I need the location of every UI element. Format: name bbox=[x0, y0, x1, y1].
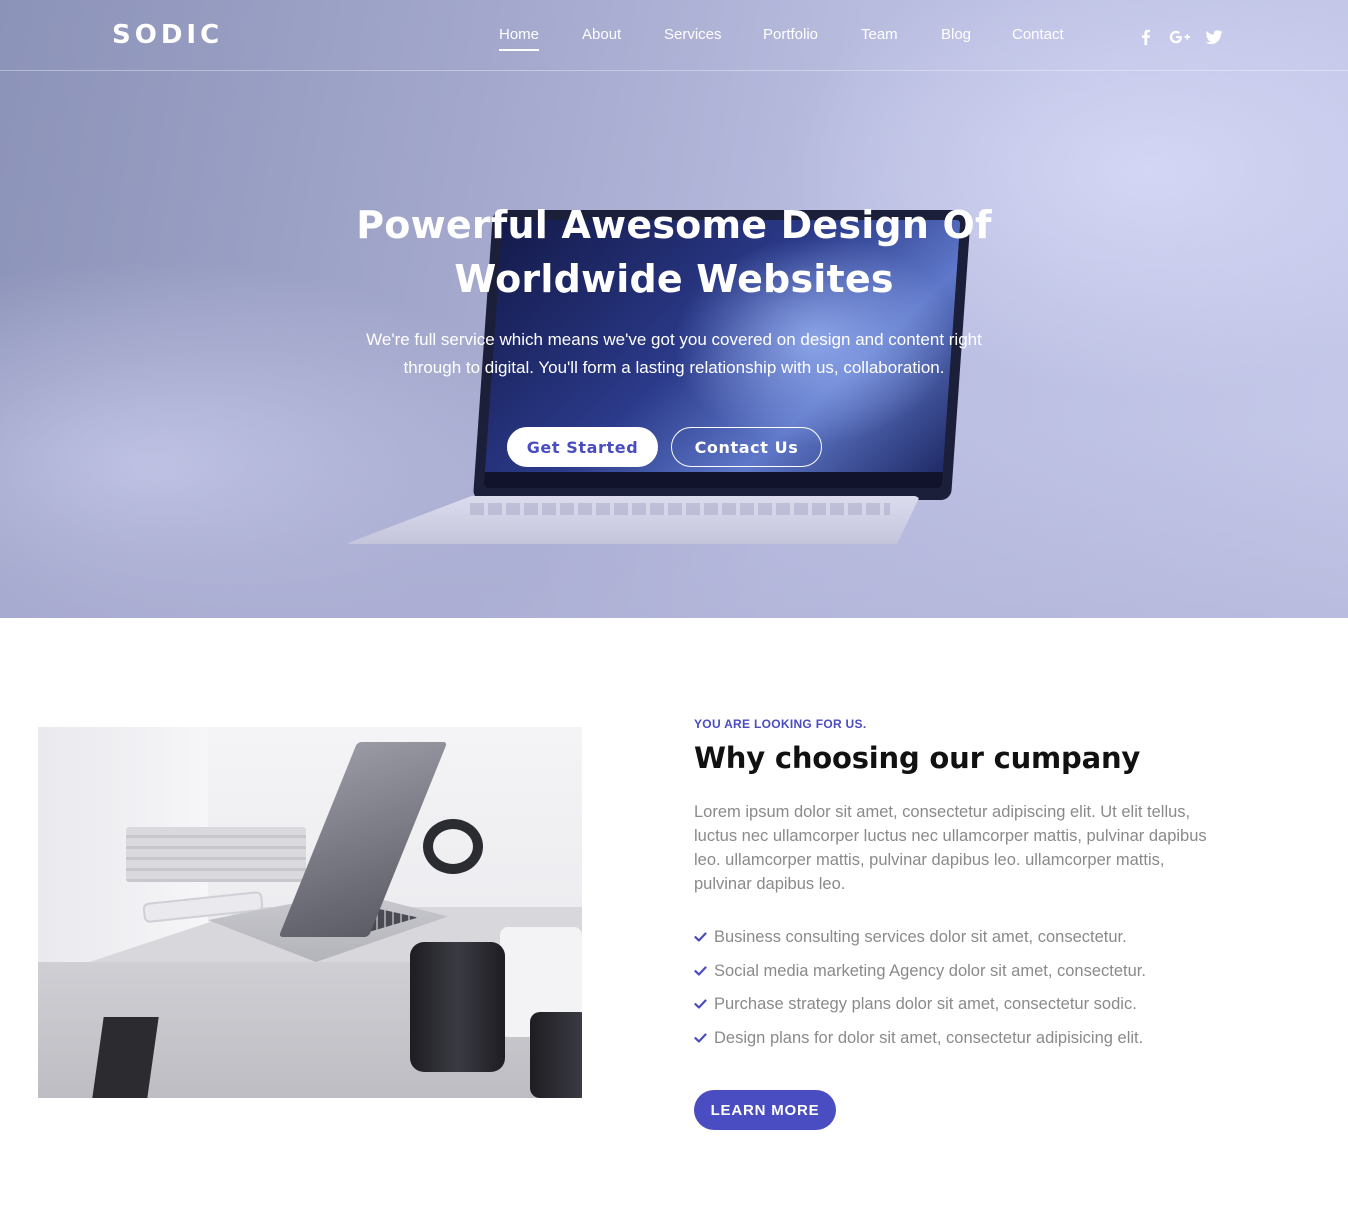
hero-description-line-1: We're full service which means we've got… bbox=[366, 330, 982, 349]
contact-us-button[interactable]: Contact Us bbox=[671, 427, 822, 467]
feature-text: Purchase strategy plans dolor sit amet, … bbox=[714, 995, 1137, 1014]
laptop-keyboard bbox=[470, 503, 890, 515]
hero-title: Powerful Awesome Design Of Worldwide Web… bbox=[274, 198, 1074, 306]
nav-item-team[interactable]: Team bbox=[861, 26, 898, 43]
nav-item-blog[interactable]: Blog bbox=[941, 26, 971, 43]
nav-item-home[interactable]: Home bbox=[499, 26, 540, 51]
nav-item-contact[interactable]: Contact bbox=[1012, 26, 1064, 43]
logo[interactable]: SODIC bbox=[112, 20, 223, 50]
photo-books bbox=[126, 827, 306, 882]
feature-text: Social media marketing Agency dolor sit … bbox=[714, 961, 1146, 980]
feature-item: Business consulting services dolor sit a… bbox=[694, 924, 1146, 958]
photo-desk-leg bbox=[92, 1017, 159, 1098]
nav-item-services[interactable]: Services bbox=[664, 26, 722, 43]
photo-camera-lens bbox=[410, 942, 505, 1072]
hero-title-line-1: Powerful Awesome Design Of bbox=[356, 203, 992, 247]
laptop-taskbar bbox=[483, 472, 943, 488]
section-eyebrow: YOU ARE LOOKING FOR US. bbox=[694, 717, 867, 731]
nav-item-portfolio[interactable]: Portfolio bbox=[763, 26, 818, 43]
photo-camera-lens-2 bbox=[530, 1012, 582, 1098]
check-icon bbox=[694, 966, 707, 976]
check-icon bbox=[694, 1033, 707, 1043]
nav-item-about[interactable]: About bbox=[582, 26, 621, 43]
get-started-button[interactable]: Get Started bbox=[507, 427, 658, 467]
photo-headphones bbox=[423, 819, 483, 874]
check-icon bbox=[694, 999, 707, 1009]
workspace-photo bbox=[38, 727, 582, 1098]
feature-text: Business consulting services dolor sit a… bbox=[714, 928, 1127, 946]
hero-description-line-2: through to digital. You'll form a lastin… bbox=[403, 358, 945, 377]
hero-description: We're full service which means we've got… bbox=[334, 326, 1014, 382]
section-paragraph: Lorem ipsum dolor sit amet, consectetur … bbox=[694, 803, 1207, 893]
navbar: SODIC Home About Services Portfolio Team… bbox=[0, 0, 1348, 71]
learn-more-button[interactable]: LEARN MORE bbox=[694, 1090, 836, 1130]
feature-list: Business consulting services dolor sit a… bbox=[694, 924, 1146, 1059]
hero-section: SODIC Home About Services Portfolio Team… bbox=[0, 0, 1348, 618]
section-title: Why choosing our cumpany bbox=[694, 741, 1141, 775]
hero-title-line-2: Worldwide Websites bbox=[454, 257, 894, 301]
facebook-icon[interactable] bbox=[1135, 27, 1157, 47]
feature-item: Social media marketing Agency dolor sit … bbox=[694, 958, 1146, 992]
twitter-icon[interactable] bbox=[1203, 27, 1225, 47]
feature-item: Purchase strategy plans dolor sit amet, … bbox=[694, 991, 1146, 1025]
feature-item: Design plans for dolor sit amet, consect… bbox=[694, 1025, 1146, 1059]
feature-text: Design plans for dolor sit amet, consect… bbox=[714, 1029, 1144, 1048]
google-plus-icon[interactable] bbox=[1168, 27, 1192, 47]
check-icon bbox=[694, 932, 707, 942]
